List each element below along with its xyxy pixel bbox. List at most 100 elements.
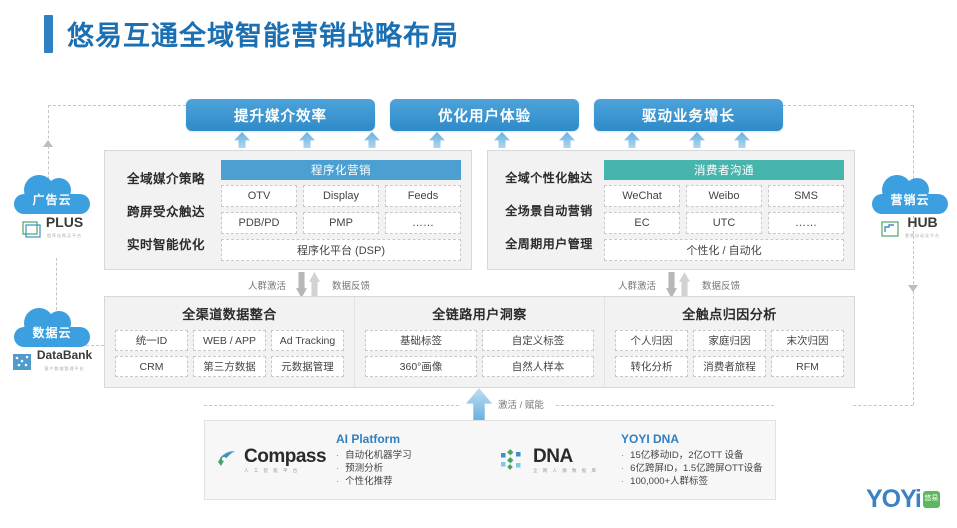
ad-cloud-name: 广告云: [32, 193, 72, 207]
marketing-cloud-cell-row-3: 个性化 / 自动化: [604, 239, 844, 261]
dna-bullet-text-2: 100,000+人群标签: [630, 476, 709, 487]
marketing-cloud-row-label-2: 全周期用户管理: [505, 237, 593, 251]
ad-cell-more[interactable]: ……: [385, 212, 461, 234]
compass-bullet-0: · 自动化机器学习: [336, 449, 480, 462]
platform-dna: DNA 全 网 人 群 数 据 库 YOYI DNA · 15亿移动ID，2亿O…: [490, 432, 775, 488]
hub-wordmark: HUB 营销自动化平台: [905, 215, 940, 242]
data-cell-person-sample[interactable]: 自然人样本: [482, 356, 594, 377]
ad-cloud-row-label-2: 实时智能优化: [126, 238, 205, 252]
data-cloud-panel: 全渠道数据整合 统一ID WEB / APP Ad Tracking CRM 第…: [104, 296, 855, 388]
compass-wordmark: Compass 人 工 智 能 平 台: [244, 446, 327, 474]
data-cell-third-party[interactable]: 第三方数据: [193, 356, 266, 377]
platform-card: Compass 人 工 智 能 平 台 AI Platform · 自动化机器学…: [204, 420, 776, 500]
marketing-cloud-badge[interactable]: 营销云 HUB 营销自动化平台: [868, 175, 952, 242]
exchange-right-activate-label: 人群激活: [617, 281, 656, 292]
data-section-grid-0: 统一ID WEB / APP Ad Tracking CRM 第三方数据 元数据…: [115, 330, 344, 377]
dna-bullet-2: · 100,000+人群标签: [621, 475, 765, 488]
mk-cell-wechat[interactable]: WeChat: [604, 185, 680, 207]
exchange-left-feedback-label: 数据反馈: [331, 281, 370, 292]
yoyi-brand-logo: YOYi 悠易: [866, 484, 946, 514]
data-cell-custom-tag[interactable]: 自定义标签: [482, 330, 594, 351]
hub-logo: HUB 营销自动化平台: [868, 215, 952, 242]
bullet-icon: ·: [621, 476, 625, 487]
up-arrow-icon: [734, 132, 750, 148]
ad-cell-pdbpd[interactable]: PDB/PD: [221, 212, 297, 234]
dna-name: DNA: [533, 446, 573, 467]
data-cell-last-touch-attribution[interactable]: 末次归因: [771, 330, 844, 351]
data-section-0: 全渠道数据整合 统一ID WEB / APP Ad Tracking CRM 第…: [105, 297, 354, 387]
activation-arrow-icon: [466, 388, 492, 422]
data-section-grid-2: 个人归因 家庭归因 末次归因 转化分析 消费者旅程 RFM: [615, 330, 844, 377]
bullet-icon: ·: [336, 450, 340, 461]
data-cell-crm[interactable]: CRM: [115, 356, 188, 377]
ad-cell-display[interactable]: Display: [303, 185, 379, 207]
compass-sub: 人 工 智 能 平 台: [244, 468, 300, 473]
mk-cell-automation[interactable]: 个性化 / 自动化: [604, 239, 844, 261]
arrow-down-icon: [666, 272, 677, 298]
dna-bullet-1: · 6亿跨屏ID，1.5亿跨屏OTT设备: [621, 462, 765, 475]
data-section-grid-1: 基础标签 自定义标签 360°画像 自然人样本: [365, 330, 594, 377]
data-cell-personal-attribution[interactable]: 个人归因: [615, 330, 688, 351]
dna-sub: 全 网 人 群 数 据 库: [533, 468, 599, 473]
dna-wordmark: DNA 全 网 人 群 数 据 库: [533, 446, 598, 474]
data-cell-ad-tracking[interactable]: Ad Tracking: [271, 330, 344, 351]
data-cell-consumer-journey[interactable]: 消费者旅程: [693, 356, 766, 377]
ad-cell-otv[interactable]: OTV: [221, 185, 297, 207]
mk-cell-sms[interactable]: SMS: [768, 185, 844, 207]
data-cloud-badge[interactable]: 数据云 DataBank 客户数据管理平台: [10, 308, 94, 375]
ad-cell-dsp[interactable]: 程序化平台 (DSP): [221, 239, 461, 261]
ad-cloud-cell-row-1: OTV Display Feeds: [221, 185, 461, 207]
data-section-title-2: 全触点归因分析: [682, 307, 777, 322]
data-section-title-1: 全链路用户洞察: [432, 307, 527, 322]
ad-cloud-cell-row-3: 程序化平台 (DSP): [221, 239, 461, 261]
exchange-right: 人群激活 数据反馈: [608, 272, 758, 298]
ad-cloud-panel: 全域媒介策略 跨屏受众触达 实时智能优化 程序化营销 OTV Display F…: [104, 150, 472, 270]
dna-logo: DNA 全 网 人 群 数 据 库: [500, 446, 612, 474]
compass-bullet-text-1: 预测分析: [345, 463, 384, 474]
marketing-cloud-row-label-1: 全场景自动营销: [505, 204, 593, 218]
marketing-cloud-cell-row-2: EC UTC ……: [604, 212, 844, 234]
data-cell-rfm[interactable]: RFM: [771, 356, 844, 377]
ad-cloud-caption: 程序化营销: [221, 160, 461, 180]
ad-cloud-badge[interactable]: 广告云 PLUS 程序化购买平台: [10, 175, 94, 242]
ad-cell-feeds[interactable]: Feeds: [385, 185, 461, 207]
goal-pill-0[interactable]: 提升媒介效率: [186, 99, 375, 131]
goal-pill-label-1: 优化用户体验: [438, 108, 531, 125]
mk-cell-ec[interactable]: EC: [604, 212, 680, 234]
data-cell-unified-id[interactable]: 统一ID: [115, 330, 188, 351]
cloud-icon: 营销云: [872, 175, 948, 214]
activation-label: 激活 / 赋能: [498, 400, 544, 411]
mk-cell-weibo[interactable]: Weibo: [686, 185, 762, 207]
data-cell-basic-tag[interactable]: 基础标签: [365, 330, 477, 351]
data-cell-household-attribution[interactable]: 家庭归因: [693, 330, 766, 351]
data-cell-web-app[interactable]: WEB / APP: [193, 330, 266, 351]
mk-cell-utc[interactable]: UTC: [686, 212, 762, 234]
compass-bullet-text-2: 个性化推荐: [345, 476, 393, 487]
data-cell-conversion-analysis[interactable]: 转化分析: [615, 356, 688, 377]
compass-bullet-text-0: 自动化机器学习: [345, 450, 412, 461]
slide-canvas: 悠易互通全域智能营销战略布局 提升媒介效率 优化用户体验 驱动业务增长 全域媒介…: [0, 0, 957, 528]
goal-pill-2[interactable]: 驱动业务增长: [594, 99, 783, 131]
arrow-down-icon: [296, 272, 307, 298]
page-title-text: 悠易互通全域智能营销战略布局: [67, 21, 459, 51]
databank-wordmark: DataBank 客户数据管理平台: [37, 349, 92, 375]
right-bottom-connector: [853, 405, 913, 406]
ad-cell-pmp[interactable]: PMP: [303, 212, 379, 234]
data-cell-metadata[interactable]: 元数据管理: [271, 356, 344, 377]
data-cloud-name: 数据云: [32, 326, 72, 340]
up-arrow-icon: [624, 132, 640, 148]
marketing-cloud-panel: 全域个性化触达 全场景自动营销 全周期用户管理 消费者沟通 WeChat Wei…: [487, 150, 855, 270]
mk-cell-more[interactable]: ……: [768, 212, 844, 234]
ad-cloud-row-labels: 全域媒介策略 跨屏受众触达 实时智能优化: [117, 161, 215, 260]
bullet-icon: ·: [336, 463, 340, 474]
dna-body: YOYI DNA · 15亿移动ID，2亿OTT 设备 · 6亿跨屏ID，1.5…: [621, 432, 765, 488]
compass-icon: [218, 451, 235, 466]
arrow-up-icon: [679, 272, 690, 298]
dna-title: YOYI DNA: [621, 432, 680, 446]
compass-name: Compass: [244, 446, 327, 467]
compass-bullet-1: · 预测分析: [336, 462, 480, 475]
data-cell-360-profile[interactable]: 360°画像: [365, 356, 477, 377]
ad-cloud-cell-row-2: PDB/PD PMP ……: [221, 212, 461, 234]
databank-icon: [12, 354, 31, 370]
goal-pill-1[interactable]: 优化用户体验: [390, 99, 579, 131]
